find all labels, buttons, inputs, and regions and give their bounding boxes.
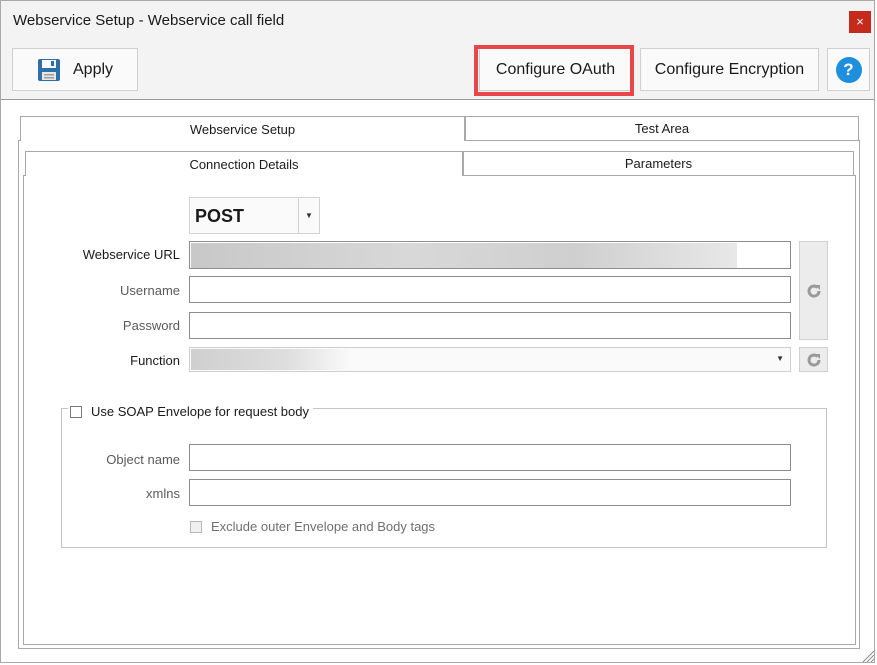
- tab-webservice-setup[interactable]: Webservice Setup: [20, 116, 465, 141]
- http-method-select[interactable]: POST ▼: [189, 197, 320, 234]
- tab-test-area-label: Test Area: [634, 121, 690, 136]
- username-input[interactable]: [189, 276, 791, 303]
- tab-connection-details-label: Connection Details: [189, 156, 299, 172]
- exclude-envelope-toggle[interactable]: Exclude outer Envelope and Body tags: [190, 519, 435, 534]
- chevron-down-icon: ▼: [298, 198, 319, 233]
- oauth-highlight-box: [474, 45, 634, 96]
- save-icon: [38, 58, 60, 81]
- username-label: Username: [120, 283, 180, 298]
- apply-button[interactable]: Apply: [12, 48, 138, 91]
- help-button[interactable]: ?: [827, 48, 870, 91]
- configure-encryption-label: Configure Encryption: [654, 60, 805, 78]
- xmlns-label: xmlns: [146, 486, 180, 501]
- tab-webservice-setup-label: Webservice Setup: [189, 121, 296, 137]
- function-label: Function: [130, 353, 180, 368]
- exclude-envelope-label: Exclude outer Envelope and Body tags: [211, 519, 436, 534]
- soap-envelope-group: [61, 408, 827, 548]
- http-method-value: POST: [195, 206, 245, 226]
- password-label: Password: [122, 318, 180, 333]
- tab-parameters[interactable]: Parameters: [463, 151, 854, 176]
- exclude-envelope-checkbox[interactable]: [190, 520, 202, 533]
- webservice-url-redacted: [191, 243, 737, 268]
- object-name-label: Object name: [106, 452, 180, 467]
- refresh-functions-button[interactable]: [799, 347, 828, 372]
- close-button[interactable]: ×: [849, 11, 871, 33]
- password-input[interactable]: [189, 312, 791, 339]
- resize-grip-icon[interactable]: [861, 649, 875, 663]
- function-redacted: [191, 349, 351, 370]
- soap-envelope-toggle[interactable]: Use SOAP Envelope for request body: [68, 404, 313, 419]
- object-name-input[interactable]: [189, 444, 791, 471]
- window-title: Webservice Setup - Webservice call field: [13, 12, 285, 29]
- tab-parameters-label: Parameters: [624, 156, 693, 171]
- configure-encryption-button[interactable]: Configure Encryption: [640, 48, 819, 91]
- xmlns-input[interactable]: [189, 479, 791, 506]
- soap-envelope-label: Use SOAP Envelope for request body: [91, 404, 309, 419]
- tab-connection-details[interactable]: Connection Details: [25, 151, 463, 176]
- soap-envelope-checkbox[interactable]: [70, 405, 82, 418]
- help-icon: ?: [835, 56, 862, 83]
- close-icon: ×: [856, 14, 864, 29]
- chevron-down-icon: ▼: [776, 354, 784, 363]
- refresh-icon: [807, 353, 821, 367]
- tab-test-area[interactable]: Test Area: [465, 116, 859, 141]
- webservice-url-input[interactable]: [189, 241, 791, 269]
- title-bar: Webservice Setup - Webservice call field…: [1, 1, 874, 41]
- refresh-icon: [807, 284, 821, 298]
- webservice-url-label: Webservice URL: [82, 247, 180, 262]
- function-select[interactable]: ▼: [189, 347, 791, 372]
- refresh-credentials-button[interactable]: [799, 241, 828, 340]
- toolbar: Apply Configure OAuth Configure Encrypti…: [1, 41, 874, 100]
- apply-label: Apply: [73, 60, 114, 78]
